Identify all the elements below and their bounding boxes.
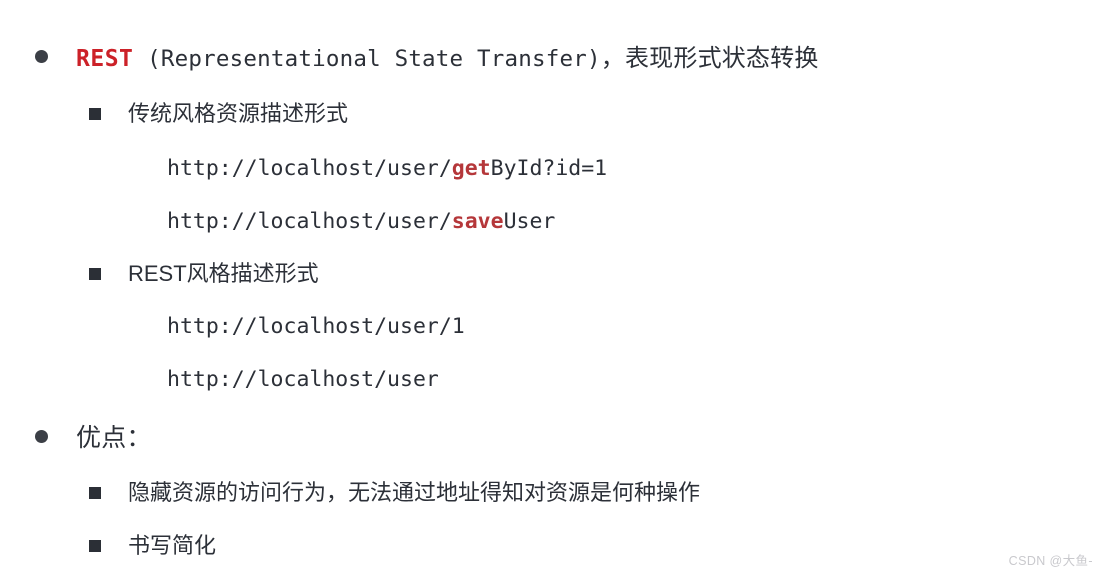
- bullet-text-hide-resource-action: 隐藏资源的访问行为，无法通过地址得知对资源是何种操作: [128, 480, 701, 505]
- url-suffix: ById?id=1: [490, 156, 608, 181]
- bullet-text-rest-style: REST风格描述形式: [128, 261, 319, 286]
- url-line-user: http://localhost/user: [167, 369, 439, 391]
- url-prefix: http://localhost/user/1: [167, 314, 465, 339]
- url-prefix: http://localhost/user: [167, 367, 439, 392]
- url-highlight-save: save: [451, 209, 504, 234]
- bullet-item-advantages: 优点：: [34, 426, 152, 451]
- url-suffix: User: [503, 209, 556, 234]
- rest-expansion: (Representational State Transfer): [133, 46, 601, 72]
- bullet-text-simplified-writing: 书写简化: [128, 533, 217, 558]
- slide-canvas: REST (Representational State Transfer)，表…: [0, 0, 1105, 577]
- bullet-item-hide-resource-action: 隐藏资源的访问行为，无法通过地址得知对资源是何种操作: [88, 482, 700, 504]
- csdn-watermark: CSDN @大鱼-: [1008, 554, 1093, 568]
- bullet-item-rest: REST (Representational State Transfer)，表…: [34, 46, 819, 71]
- bullet-text-traditional-style: 传统风格资源描述形式: [128, 101, 349, 126]
- url-line-save-user: http://localhost/user/save User: [167, 211, 555, 233]
- bullet-item-traditional-style: 传统风格资源描述形式: [88, 103, 348, 125]
- rest-comma: ，: [600, 45, 625, 72]
- bullet-text-rest: REST (Representational State Transfer)，表…: [76, 46, 819, 71]
- url-highlight-get: get: [451, 156, 491, 181]
- bullet-item-rest-style: REST风格描述形式: [88, 263, 319, 285]
- bullet-item-simplified-writing: 书写简化: [88, 535, 216, 557]
- rest-keyword: REST: [76, 46, 134, 72]
- bullet-text-advantages: 优点：: [76, 424, 152, 452]
- rest-translation: 表现形式状态转换: [624, 45, 819, 72]
- url-prefix: http://localhost/user/: [167, 156, 452, 181]
- url-line-get-by-id: http://localhost/user/get ById?id=1: [167, 158, 607, 180]
- url-line-user-id: http://localhost/user/1: [167, 316, 465, 338]
- url-prefix: http://localhost/user/: [167, 209, 452, 234]
